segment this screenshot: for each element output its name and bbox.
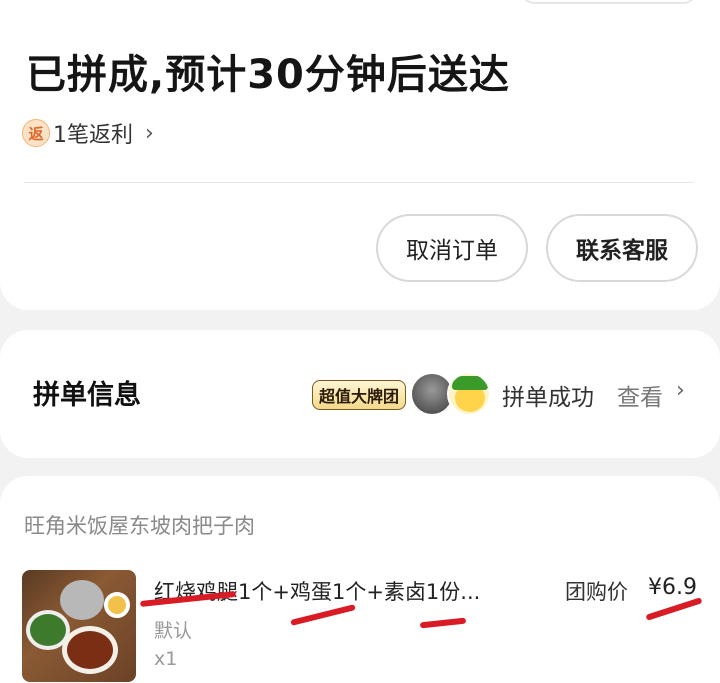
shop-name[interactable]: 旺角米饭屋东坡肉把子肉	[24, 510, 255, 540]
item-price: ¥6.9	[648, 575, 697, 600]
hat-icon	[452, 376, 488, 390]
order-status-card: 已拼成,预计30分钟后送达 返 1笔返利 › 取消订单 联系客服	[0, 0, 720, 310]
chevron-right-icon: ›	[145, 120, 154, 146]
rebate-text: 1笔返利	[53, 123, 133, 148]
item-spec: 默认	[154, 620, 193, 642]
contact-service-button[interactable]: 联系客服	[546, 214, 698, 282]
group-deal-badge: 超值大牌团	[312, 380, 407, 410]
cancel-order-button[interactable]: 取消订单	[376, 214, 528, 282]
group-price-label: 团购价	[565, 580, 628, 604]
rice-bowl-icon	[60, 580, 104, 620]
order-detail-card: 旺角米饭屋东坡肉把子肉 红烧鸡腿1个+鸡蛋1个+素卤1份... 默认 x1 团购…	[0, 476, 720, 683]
group-info-card[interactable]: 拼单信息 超值大牌团 拼单成功 查看 ›	[0, 330, 720, 458]
rebate-row[interactable]: 返 1笔返利 ›	[22, 117, 154, 149]
rebate-icon: 返	[22, 119, 50, 147]
red-annotation-stroke	[419, 617, 467, 629]
chevron-right-icon[interactable]: ›	[676, 378, 685, 403]
red-annotation-stroke	[290, 604, 356, 626]
group-status-text: 拼单成功	[502, 385, 594, 411]
avatar	[447, 372, 491, 416]
group-info-label: 拼单信息	[33, 380, 141, 411]
top-pill-button[interactable]	[520, 0, 698, 4]
red-annotation-stroke	[645, 597, 703, 621]
item-quantity: x1	[154, 648, 178, 670]
food-image[interactable]	[22, 570, 136, 682]
item-name[interactable]: 红烧鸡腿1个+鸡蛋1个+素卤1份...	[154, 576, 480, 606]
group-view-link[interactable]: 查看	[617, 378, 663, 412]
order-status-title: 已拼成,预计30分钟后送达	[26, 52, 510, 98]
divider	[24, 182, 694, 183]
chicken-leg-dish-icon	[62, 626, 118, 674]
egg-icon	[104, 592, 130, 618]
